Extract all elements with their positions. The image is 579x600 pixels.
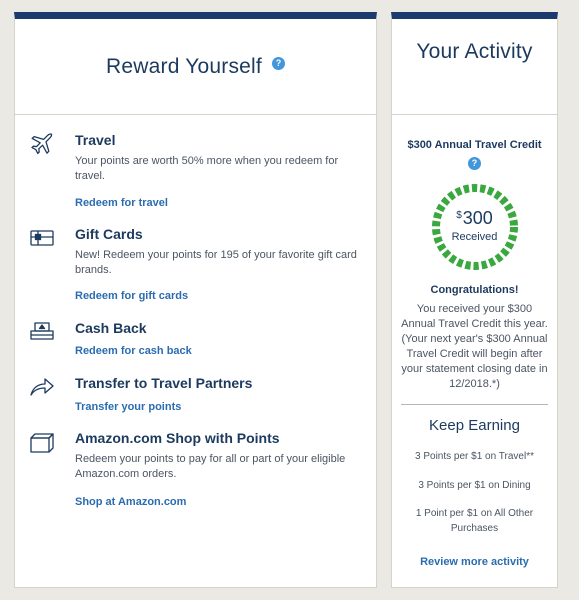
redeem-gift-cards-link[interactable]: Redeem for gift cards	[75, 289, 376, 303]
reward-panel-header: Reward Yourself ?	[15, 19, 376, 115]
earn-rate-item: 3 Points per $1 on Dining	[418, 480, 531, 491]
badge-currency: $	[456, 210, 462, 221]
activity-panel-header: Your Activity	[392, 19, 557, 115]
redeem-cash-back-link[interactable]: Redeem for cash back	[75, 344, 376, 358]
reward-yourself-panel: Reward Yourself ? Travel Your points are…	[14, 12, 377, 588]
redemption-options: Travel Your points are worth 50% more wh…	[15, 115, 376, 509]
badge-text: $300 Received	[430, 205, 520, 243]
earn-rate-item: 3 Points per $1 on Travel**	[415, 451, 534, 462]
divider	[401, 404, 548, 405]
cash-icon	[29, 319, 55, 345]
option-description: Your points are worth 50% more when you …	[75, 155, 339, 182]
travel-credit-badge: $300 Received	[430, 182, 520, 272]
earn-rate-item: 1 Point per $1 on All Other Purchases	[415, 508, 534, 534]
transfer-points-link[interactable]: Transfer your points	[75, 400, 376, 414]
badge-label: Received	[451, 231, 498, 243]
box-icon	[29, 429, 55, 455]
transfer-arrow-icon	[29, 374, 55, 400]
option-description: Redeem your points to pay for all or par…	[75, 453, 346, 480]
option-title: Gift Cards	[75, 226, 143, 242]
reward-panel-title: Reward Yourself	[106, 54, 262, 78]
option-title: Transfer to Travel Partners	[75, 375, 253, 391]
activity-body: $300 Annual Travel Credit ? $300 Receive…	[392, 139, 557, 568]
your-activity-panel: Your Activity $300 Annual Travel Credit …	[391, 12, 558, 588]
review-activity-link[interactable]: Review more activity	[400, 556, 549, 568]
option-transfer-partners: Transfer to Travel Partners Transfer you…	[29, 374, 376, 414]
redeem-travel-link[interactable]: Redeem for travel	[75, 196, 376, 210]
shop-amazon-link[interactable]: Shop at Amazon.com	[75, 495, 376, 509]
option-title: Cash Back	[75, 320, 147, 336]
badge-amount: $300	[430, 205, 520, 229]
airplane-icon	[29, 131, 55, 157]
option-travel: Travel Your points are worth 50% more wh…	[29, 131, 376, 210]
travel-credit-title: $300 Annual Travel Credit	[407, 139, 542, 151]
option-title: Amazon.com Shop with Points	[75, 430, 280, 446]
help-icon[interactable]: ?	[271, 57, 285, 70]
badge-value: 300	[462, 208, 493, 228]
activity-panel-title: Your Activity	[416, 40, 533, 63]
congrats-message: You received your $300 Annual Travel Cre…	[401, 303, 548, 390]
gift-card-icon	[29, 225, 55, 251]
option-description: New! Redeem your points for 195 of your …	[75, 249, 357, 276]
option-title: Travel	[75, 132, 116, 148]
option-gift-cards: Gift Cards New! Redeem your points for 1…	[29, 225, 376, 303]
help-icon[interactable]: ?	[468, 157, 481, 170]
option-cash-back: Cash Back Redeem for cash back	[29, 319, 376, 358]
congrats-title: Congratulations!	[430, 284, 519, 296]
keep-earning-title: Keep Earning	[429, 417, 520, 434]
option-amazon: Amazon.com Shop with Points Redeem your …	[29, 429, 376, 509]
